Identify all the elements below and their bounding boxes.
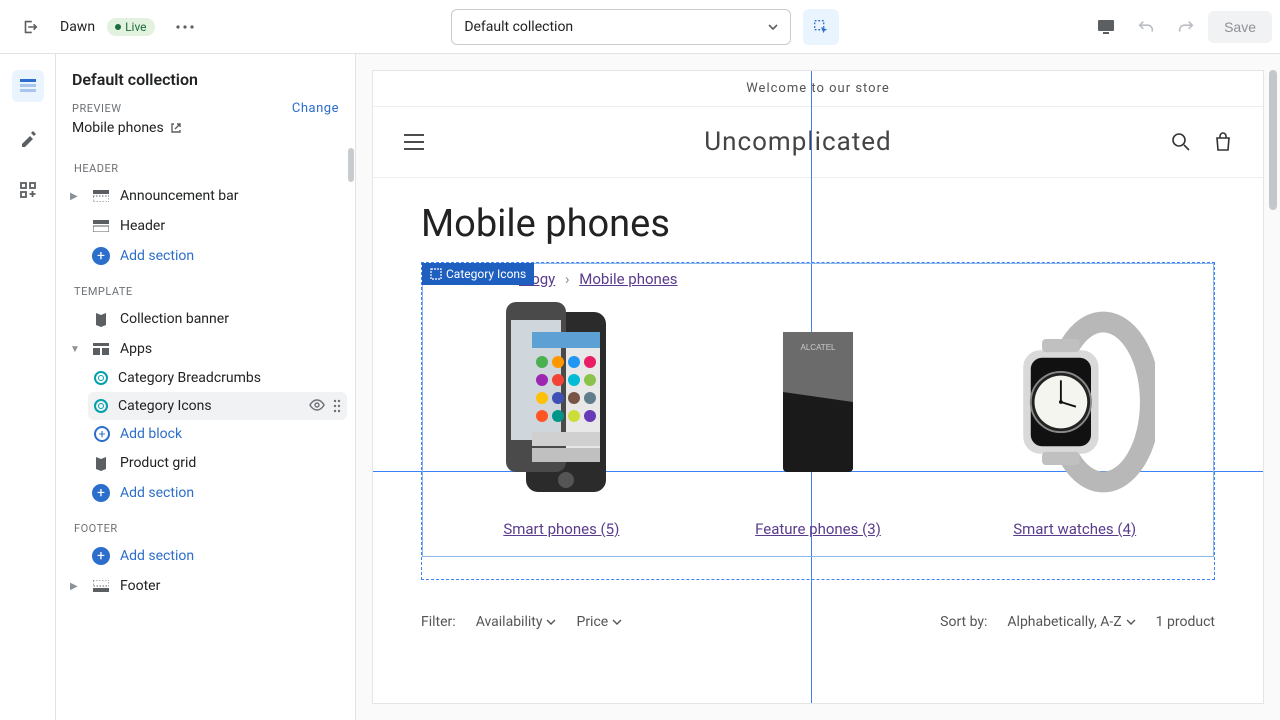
breadcrumb-separator: ›	[565, 270, 570, 288]
section-collection-banner[interactable]: ▶ Collection banner	[64, 304, 347, 334]
exit-button[interactable]	[12, 9, 48, 45]
category-link[interactable]: Smart watches (4)	[1013, 520, 1136, 538]
category-item[interactable]: ALCATEL Feature phones (3)	[700, 302, 937, 538]
filter-price[interactable]: Price	[576, 614, 622, 630]
add-section-footer[interactable]: + Add section	[64, 541, 347, 571]
caret-down-icon: ▼	[70, 344, 82, 355]
product-count: 1 product	[1156, 614, 1215, 630]
live-badge: Live	[107, 18, 154, 36]
plus-icon: +	[92, 547, 110, 565]
add-block[interactable]: + Add block	[88, 420, 347, 448]
breadcrumb-link[interactable]: Mobile phones	[579, 270, 677, 288]
sidebar-title: Default collection	[72, 70, 339, 89]
inspector-toggle-button[interactable]	[803, 9, 839, 45]
more-actions-button[interactable]	[167, 9, 203, 45]
save-button[interactable]: Save	[1208, 11, 1272, 43]
group-template-label: TEMPLATE	[64, 271, 347, 304]
svg-text:ALCATEL: ALCATEL	[801, 343, 837, 352]
category-image	[995, 302, 1155, 502]
apps-section-preview[interactable]: Category Icons ology › Mobile phones	[421, 262, 1215, 580]
app-block-icon	[94, 399, 108, 413]
filter-row: Filter: Availability Price Sort by: Alph…	[373, 604, 1263, 630]
menu-icon[interactable]	[403, 134, 425, 150]
group-footer-label: FOOTER	[64, 508, 347, 541]
block-category-breadcrumbs[interactable]: Category Breadcrumbs	[88, 364, 347, 392]
add-section-template[interactable]: + Add section	[64, 478, 347, 508]
section-apps[interactable]: ▼ Apps	[64, 334, 347, 364]
preview-label: PREVIEW	[72, 102, 121, 115]
section-header[interactable]: ▶ Header	[64, 211, 347, 241]
block-category-icons[interactable]: Category Icons	[88, 392, 347, 420]
apps-icon	[92, 340, 110, 358]
collection-title: Mobile phones	[373, 178, 1263, 262]
filter-label: Filter:	[421, 614, 456, 630]
sort-label: Sort by:	[940, 614, 987, 630]
category-link[interactable]: Smart phones (5)	[503, 520, 619, 538]
undo-button[interactable]	[1128, 9, 1164, 45]
category-link[interactable]: Feature phones (3)	[755, 520, 881, 538]
category-image: ALCATEL	[738, 302, 898, 502]
redo-button[interactable]	[1168, 9, 1204, 45]
category-image	[481, 302, 641, 502]
category-icons-row: Smart phones (5) ALCATEL Feature phones …	[423, 292, 1213, 538]
collection-icon	[92, 454, 110, 472]
theme-name: Dawn	[60, 19, 95, 35]
preview-value: Mobile phones	[72, 120, 164, 136]
filter-availability[interactable]: Availability	[476, 614, 557, 630]
rail-apps-button[interactable]	[12, 174, 44, 206]
caret-right-icon: ▶	[70, 191, 82, 202]
section-announcement-bar[interactable]: ▶ Announcement bar	[64, 181, 347, 211]
change-preview-link[interactable]: Change	[292, 101, 339, 116]
category-item[interactable]: Smart phones (5)	[443, 302, 680, 538]
canvas-scrollbar[interactable]	[1269, 70, 1277, 210]
add-section-header[interactable]: + Add section	[64, 241, 347, 271]
chevron-down-icon	[768, 24, 778, 30]
desktop-view-button[interactable]	[1088, 9, 1124, 45]
rail-sections-button[interactable]	[12, 70, 44, 102]
caret-right-icon: ▶	[70, 581, 82, 592]
sort-selector[interactable]: Alphabetically, A-Z	[1007, 614, 1135, 630]
external-link-icon[interactable]	[170, 122, 182, 134]
preview-canvas: Welcome to our store Uncomplicated Mobil…	[372, 70, 1264, 704]
plus-icon: +	[94, 426, 110, 442]
template-selector[interactable]: Default collection	[451, 9, 791, 45]
section-icon	[92, 577, 110, 595]
collection-icon	[92, 310, 110, 328]
template-selector-label: Default collection	[464, 19, 573, 35]
cart-icon[interactable]	[1213, 132, 1233, 152]
header-preview[interactable]: Uncomplicated	[373, 107, 1263, 178]
section-footer[interactable]: ▶ Footer	[64, 571, 347, 601]
section-icon	[92, 187, 110, 205]
visibility-icon[interactable]	[309, 399, 325, 413]
sidebar-scrollbar[interactable]	[348, 148, 354, 182]
plus-icon: +	[92, 484, 110, 502]
plus-icon: +	[92, 247, 110, 265]
drag-handle-icon[interactable]	[333, 399, 341, 413]
category-item[interactable]: Smart watches (4)	[956, 302, 1193, 538]
section-tag: Category Icons	[422, 263, 534, 285]
app-block-icon	[94, 371, 108, 385]
breadcrumbs-preview[interactable]: ology › Mobile phones	[423, 264, 1213, 292]
section-product-grid[interactable]: ▶ Product grid	[64, 448, 347, 478]
announcement-bar-preview[interactable]: Welcome to our store	[373, 71, 1263, 107]
section-icon	[92, 217, 110, 235]
group-header-label: HEADER	[64, 148, 347, 181]
rail-theme-settings-button[interactable]	[12, 122, 44, 154]
search-icon[interactable]	[1171, 132, 1191, 152]
store-name: Uncomplicated	[704, 127, 891, 157]
